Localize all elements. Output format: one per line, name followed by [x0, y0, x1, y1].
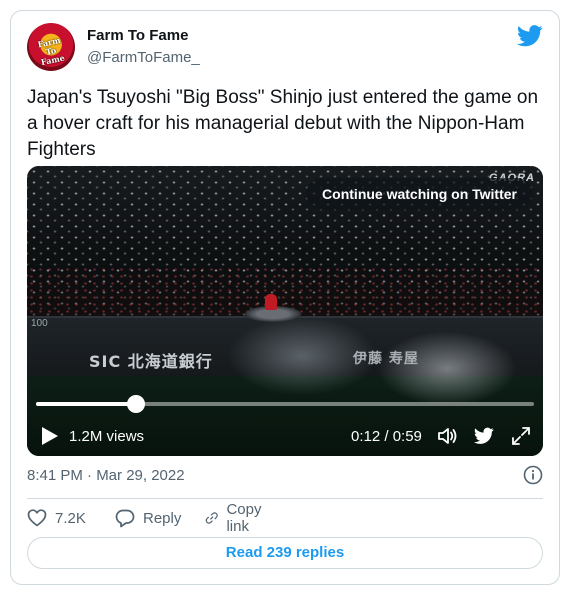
volume-icon[interactable]: [436, 425, 458, 447]
play-icon[interactable]: [41, 426, 59, 446]
info-icon[interactable]: [523, 465, 543, 485]
tweet-text: Japan's Tsuyoshi "Big Boss" Shinjo just …: [27, 87, 539, 160]
hovercraft-rider: [265, 294, 277, 310]
scrubber-handle[interactable]: [126, 395, 145, 413]
video-player[interactable]: SIC 北海道銀行 伊藤 寿屋 GAORA 100 Continue watch…: [27, 166, 543, 456]
divider: [27, 498, 543, 499]
copy-link-label: Copy link: [226, 501, 262, 535]
link-icon: [205, 512, 218, 524]
author-name[interactable]: Farm To Fame: [87, 27, 188, 44]
fullscreen-icon[interactable]: [511, 426, 531, 446]
reply-label: Reply: [143, 509, 182, 527]
view-count: 1.2M views: [69, 428, 145, 445]
tweet-header: Farm To Fame Farm To Fame @FarmToFame_: [27, 23, 543, 75]
wall-number: 100: [31, 318, 48, 329]
avatar[interactable]: Farm To Fame: [27, 23, 75, 71]
like-button[interactable]: 7.2K: [27, 505, 86, 531]
video-time: 0:12 / 0:59: [351, 428, 422, 445]
video-scrubber[interactable]: [36, 395, 534, 413]
copy-link-button[interactable]: Copy link: [205, 501, 268, 535]
video-controls: 1.2M views 0:12 / 0:59: [27, 422, 543, 450]
reply-button[interactable]: Reply: [115, 505, 181, 531]
read-replies-button[interactable]: Read 239 replies: [27, 537, 543, 569]
author-handle[interactable]: @FarmToFame_: [87, 49, 200, 66]
avatar-logo-text: Farm To Fame: [36, 34, 66, 68]
reply-icon: [115, 509, 135, 528]
scrubber-progress: [36, 402, 136, 406]
twitter-bird-icon[interactable]: [517, 25, 543, 47]
continue-watching-button[interactable]: Continue watching on Twitter: [306, 178, 533, 210]
heart-icon: [27, 509, 47, 527]
video-ad-sign: SIC 北海道銀行: [89, 352, 213, 371]
twitter-bird-icon[interactable]: [474, 427, 494, 445]
video-spotlight: [377, 331, 517, 406]
tweet-card: Farm To Fame Farm To Fame @FarmToFame_ J…: [10, 10, 560, 585]
tweet-timestamp[interactable]: 8:41 PM · Mar 29, 2022: [27, 467, 185, 484]
like-count: 7.2K: [55, 509, 86, 527]
video-ad-sign: 伊藤 寿屋: [353, 351, 419, 367]
